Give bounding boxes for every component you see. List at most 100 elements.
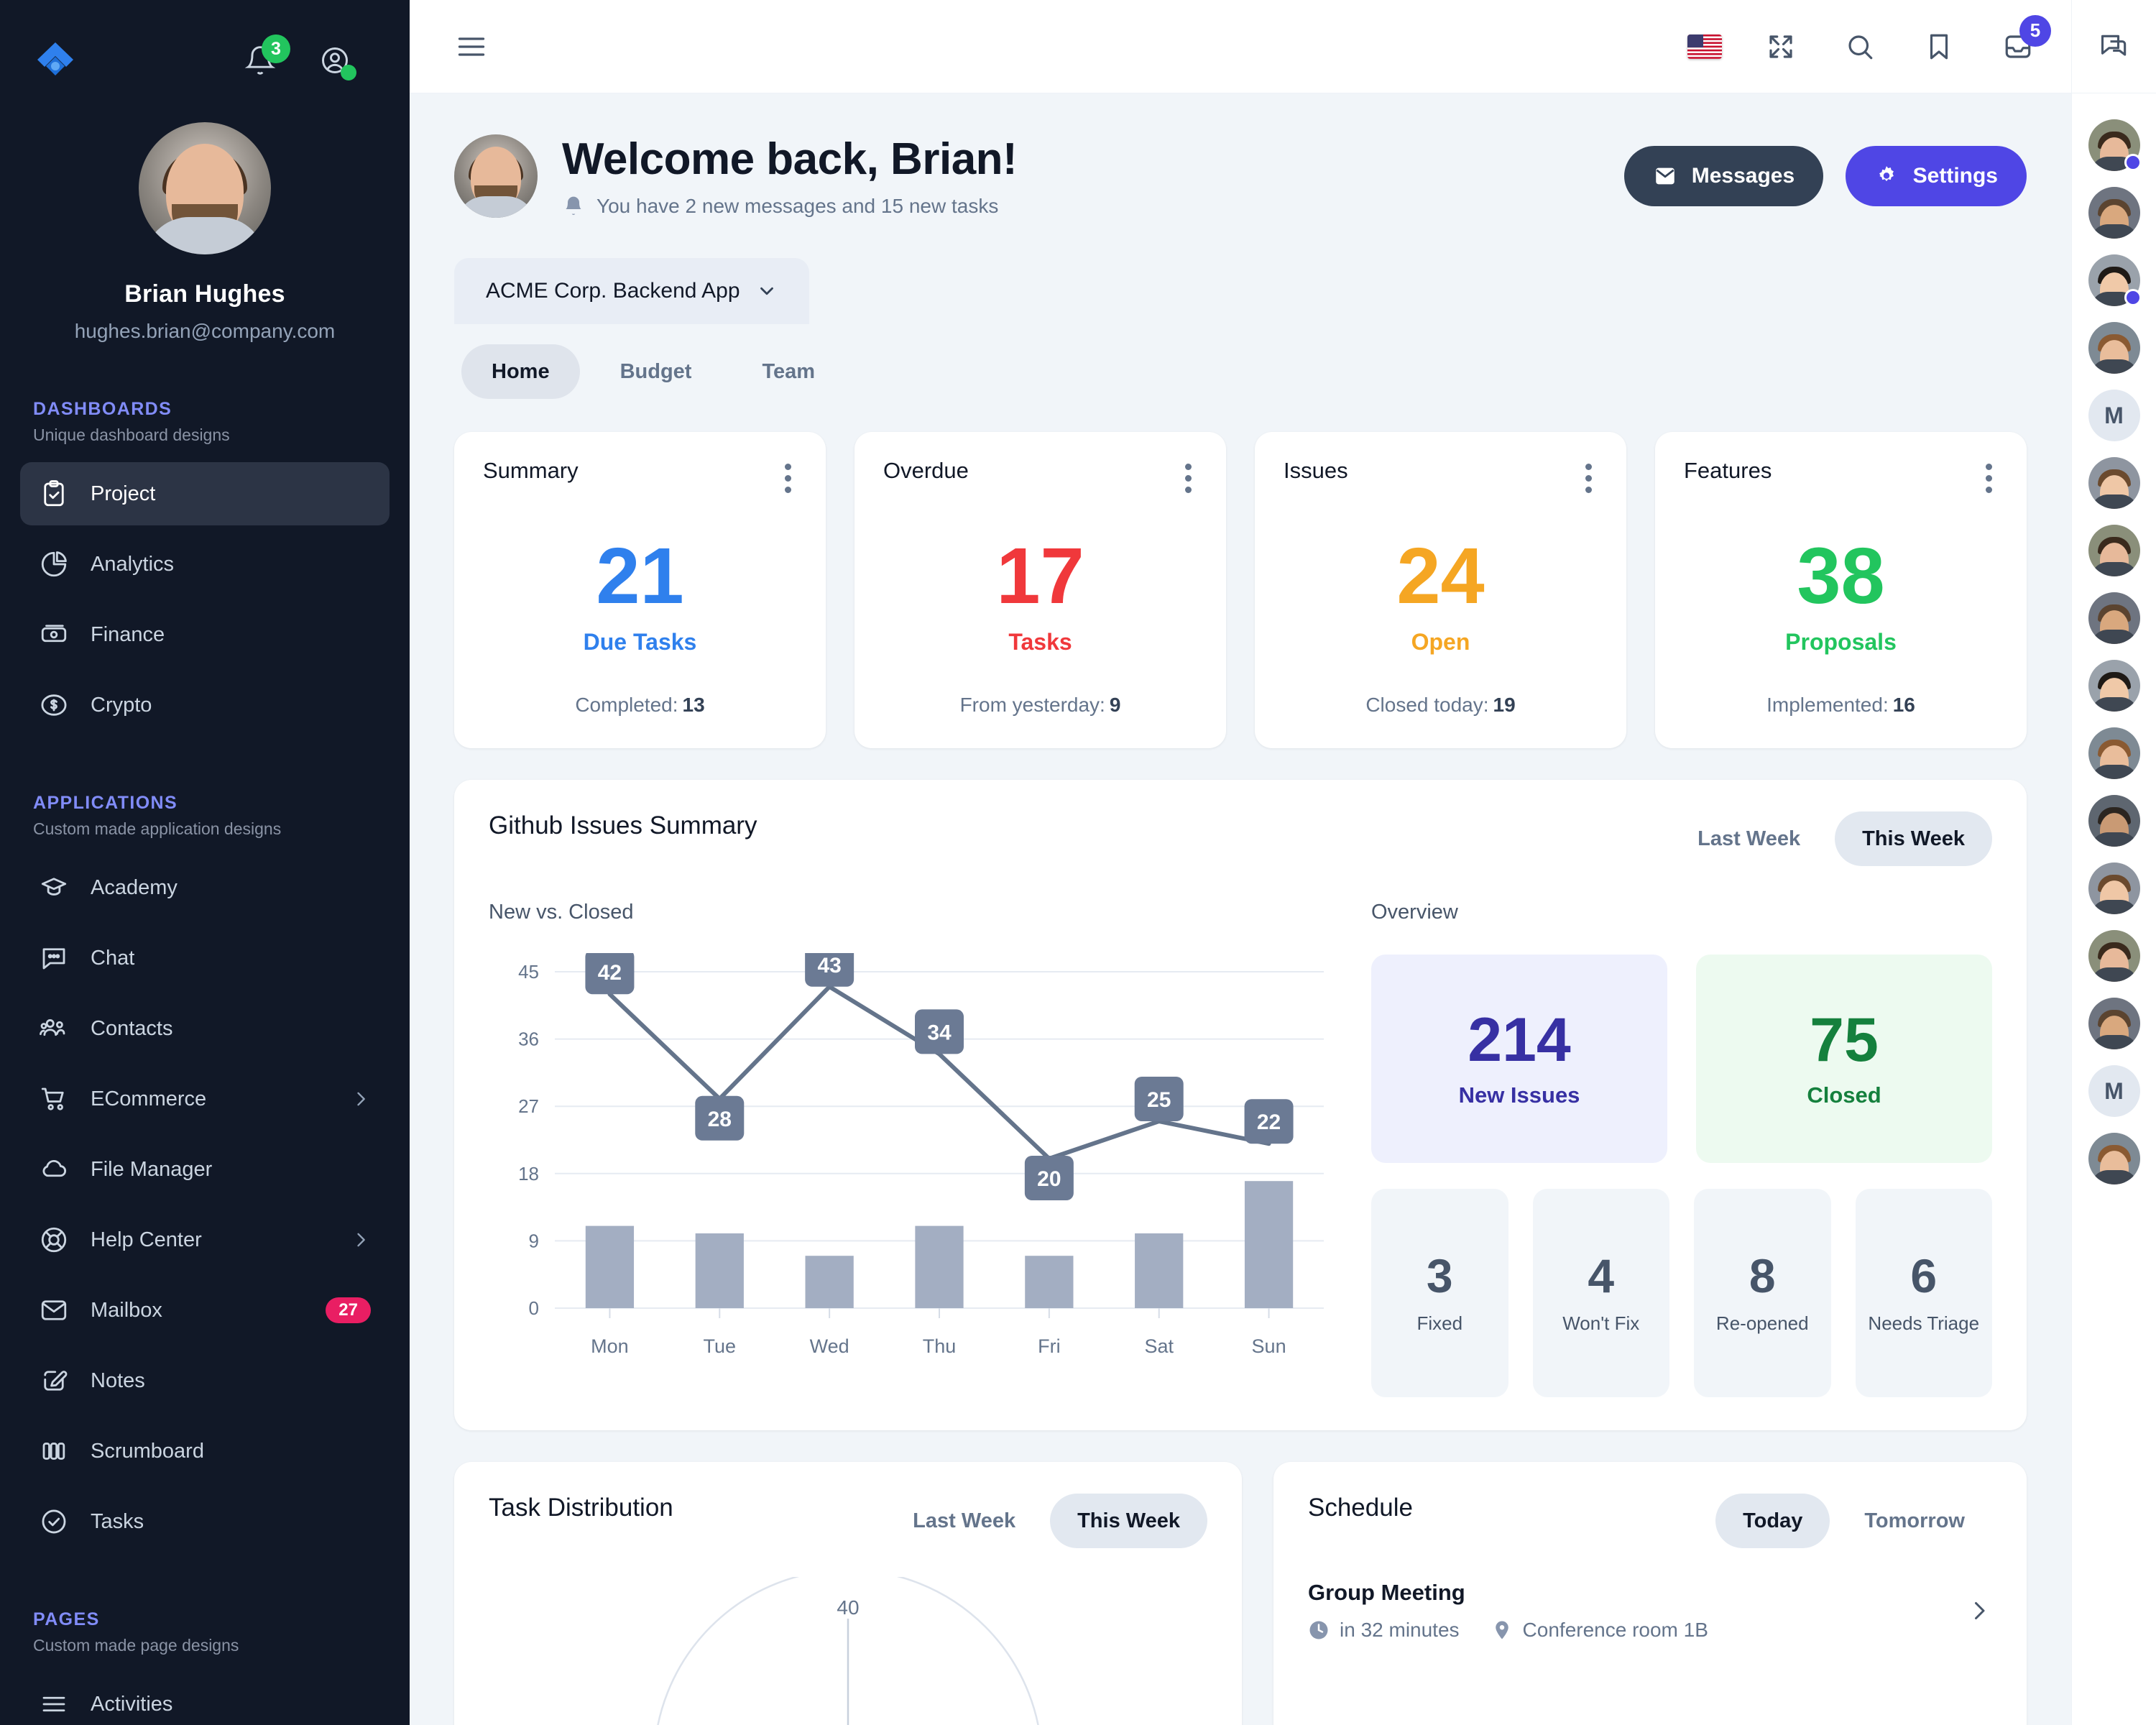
map-pin-icon (1491, 1619, 1513, 1641)
overview-mini-value: 4 (1588, 1248, 1615, 1302)
contact-avatar[interactable] (2088, 322, 2140, 374)
chat-panel-toggle[interactable] (2072, 0, 2156, 93)
sidebar-item-notes[interactable]: Notes (20, 1349, 390, 1412)
contact-avatar[interactable] (2088, 727, 2140, 779)
sidebar-item-help-center[interactable]: Help Center (20, 1208, 390, 1271)
overview-mini-label: Needs Triage (1868, 1312, 1980, 1334)
stat-card-features: Features 38 Proposals Implemented: 16 (1655, 432, 2027, 748)
cloud-icon (39, 1154, 69, 1184)
contact-avatar[interactable]: M (2088, 390, 2140, 441)
bookmark-icon[interactable] (1919, 27, 1959, 67)
tab-home[interactable]: Home (461, 344, 580, 399)
svg-text:43: 43 (817, 954, 841, 978)
sidebar-item-academy[interactable]: Academy (20, 856, 390, 919)
overview-card-label: New Issues (1458, 1082, 1580, 1108)
sidebar-item-analytics[interactable]: Analytics (20, 533, 390, 596)
schedule-event-time-text: in 32 minutes (1340, 1619, 1460, 1641)
contact-avatar[interactable] (2088, 457, 2140, 509)
github-range-this-week[interactable]: This Week (1835, 811, 1992, 866)
sidebar-item-project[interactable]: Project (20, 462, 390, 525)
contact-avatar[interactable] (2088, 254, 2142, 306)
task-distribution-range-this-week[interactable]: This Week (1050, 1494, 1207, 1548)
contact-avatar[interactable]: M (2088, 1065, 2140, 1117)
contact-avatar[interactable] (2088, 187, 2140, 239)
columns-icon (39, 1436, 69, 1466)
tab-team[interactable]: Team (732, 344, 845, 399)
us-flag-icon[interactable] (1687, 34, 1722, 59)
search-icon[interactable] (1840, 27, 1880, 67)
sidebar-nav: DASHBOARDS Unique dashboard designs Projec… (0, 399, 410, 1725)
clock-icon (1308, 1619, 1330, 1641)
project-selector-row: ACME Corp. Backend App (454, 258, 2027, 324)
more-options-icon[interactable] (1980, 458, 1998, 499)
stat-card-body: 17 Tasks (883, 499, 1197, 694)
app-logo-icon[interactable] (33, 38, 78, 83)
svg-text:42: 42 (598, 961, 622, 985)
online-status-dot (341, 65, 356, 80)
notifications-button[interactable]: 3 (240, 34, 290, 80)
overview-mini-re-opened: 8 Re-opened (1694, 1189, 1831, 1397)
stat-card-label: Open (1411, 629, 1470, 655)
avatar (2088, 998, 2140, 1049)
check-circle-icon (39, 1506, 69, 1537)
task-distribution-title: Task Distribution (489, 1494, 673, 1522)
sidebar-item-mailbox[interactable]: Mailbox 27 (20, 1279, 390, 1342)
more-options-icon[interactable] (1179, 458, 1197, 499)
stat-card-title: Summary (483, 458, 579, 483)
sidebar-item-activities[interactable]: Activities (20, 1673, 390, 1725)
svg-text:Tue: Tue (704, 1335, 737, 1357)
contact-avatar[interactable] (2088, 119, 2142, 171)
stat-card-overdue: Overdue 17 Tasks From yesterday: 9 (854, 432, 1226, 748)
svg-text:36: 36 (518, 1029, 539, 1050)
contact-avatar[interactable] (2088, 660, 2140, 712)
welcome-row: Welcome back, Brian! You have 2 new mess… (454, 134, 2027, 218)
account-button[interactable] (315, 40, 356, 80)
stat-card-label: Proposals (1785, 629, 1897, 655)
more-options-icon[interactable] (1580, 458, 1598, 499)
github-range-last-week[interactable]: Last Week (1670, 811, 1828, 866)
settings-button[interactable]: Settings (1845, 145, 2027, 206)
contact-avatar[interactable] (2088, 525, 2140, 576)
avatar (2088, 862, 2140, 914)
project-selector[interactable]: ACME Corp. Backend App (454, 258, 809, 324)
contact-avatar[interactable] (2088, 1133, 2140, 1184)
stat-card-value: 21 (596, 532, 684, 620)
chevron-right-icon[interactable] (1966, 1598, 1992, 1624)
github-panel-header: Github Issues Summary Last Week This Week (489, 811, 1992, 866)
chevron-right-icon (351, 1230, 371, 1250)
sidebar-item-finance[interactable]: Finance (20, 603, 390, 666)
schedule-range-tomorrow[interactable]: Tomorrow (1837, 1494, 1992, 1548)
stat-card-body: 21 Due Tasks (483, 499, 797, 694)
messages-button[interactable]: Messages (1623, 145, 1824, 206)
clipboard-check-icon (39, 479, 69, 509)
hamburger-icon[interactable] (450, 25, 493, 68)
schedule-range-today[interactable]: Today (1715, 1494, 1830, 1548)
page-subtitle-row: You have 2 new messages and 15 new tasks (562, 195, 1017, 218)
more-options-icon[interactable] (779, 458, 797, 499)
sidebar-item-ecommerce[interactable]: ECommerce (20, 1067, 390, 1131)
sidebar-item-contacts[interactable]: Contacts (20, 997, 390, 1060)
list-icon (39, 1689, 69, 1719)
contact-avatar[interactable] (2088, 930, 2140, 982)
overview-card-value: 75 (1810, 1006, 1879, 1075)
stat-card-header: Summary (483, 458, 797, 499)
settings-button-label: Settings (1912, 163, 1998, 188)
sidebar-item-scrumboard[interactable]: Scrumboard (20, 1420, 390, 1483)
schedule-event[interactable]: Group Meeting in 32 minutes Conference r… (1308, 1580, 1992, 1642)
contact-avatar[interactable] (2088, 862, 2140, 914)
sidebar-item-file-manager[interactable]: File Manager (20, 1138, 390, 1201)
contact-avatar[interactable] (2088, 795, 2140, 847)
inbox-icon[interactable]: 5 (1998, 14, 2051, 67)
pie-chart-icon (39, 549, 69, 579)
sidebar-item-tasks[interactable]: Tasks (20, 1490, 390, 1553)
sidebar-section-title: PAGES (33, 1609, 100, 1629)
sidebar-item-chat[interactable]: Chat (20, 926, 390, 990)
main-area: 5 Welcome back, Brian! You have 2 new me… (410, 0, 2071, 1725)
contact-initial: M (2088, 1065, 2140, 1117)
expand-icon[interactable] (1761, 27, 1801, 67)
task-distribution-range-last-week[interactable]: Last Week (885, 1494, 1043, 1548)
sidebar-item-crypto[interactable]: Crypto (20, 673, 390, 737)
tab-budget[interactable]: Budget (590, 344, 722, 399)
contact-avatar[interactable] (2088, 998, 2140, 1049)
contact-avatar[interactable] (2088, 592, 2140, 644)
